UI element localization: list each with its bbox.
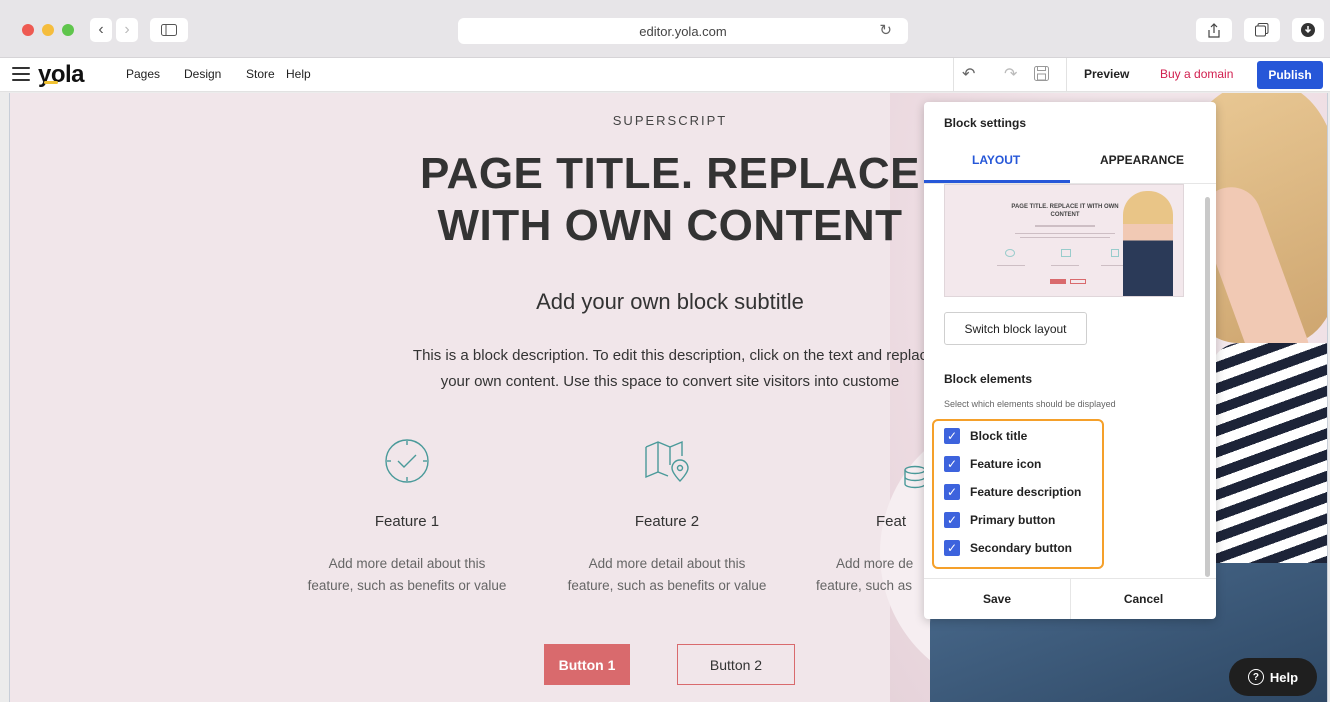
publish-button[interactable]: Publish [1257,61,1323,89]
redo-icon[interactable]: ↷ [1004,64,1017,84]
address-bar[interactable]: editor.yola.com ↻ [458,18,908,44]
checkbox-label: Block title [970,429,1028,443]
description-line-2: your own content. Use this space to conv… [440,373,900,390]
menu-store[interactable]: Store [246,67,275,81]
cancel-button[interactable]: Cancel [1071,579,1216,619]
url-text: editor.yola.com [639,23,727,39]
yola-logo[interactable]: yola [38,61,85,89]
preview-button[interactable]: Preview [1084,67,1129,81]
forward-button[interactable]: › [116,18,138,42]
share-icon [1208,22,1220,38]
feature-1-desc-line-2: feature, such as benefits or value [307,578,507,593]
block-description[interactable]: This is a block description. To edit thi… [320,343,1020,395]
downloads-button[interactable] [1292,18,1324,42]
feature-3-desc-line-1: Add more de [836,556,914,571]
browser-chrome: ‹ › editor.yola.com ↻ [0,0,1330,58]
back-button[interactable]: ‹ [90,18,112,42]
feature-2-desc-line-1: Add more detail about this [588,556,746,571]
layout-thumbnail[interactable]: PAGE TITLE. REPLACE IT WITH OWN CONTENT [944,184,1184,297]
help-button[interactable]: ? Help [1229,658,1317,696]
reload-icon[interactable]: ↻ [879,21,892,39]
checkbox-label: Secondary button [970,541,1073,555]
checkmark-icon[interactable]: ✓ [944,456,960,472]
minimize-window-button[interactable] [42,24,54,36]
checkbox-primary-button[interactable]: ✓ Primary button [944,511,1055,529]
save-button[interactable]: Save [924,579,1070,619]
sidebar-toggle-button[interactable] [150,18,188,42]
checkbox-feature-icon[interactable]: ✓ Feature icon [944,455,1041,473]
share-button[interactable] [1196,18,1232,42]
block-settings-panel: Block settings LAYOUT APPEARANCE PAGE TI… [924,102,1216,619]
tab-appearance[interactable]: APPEARANCE [1100,153,1184,167]
switch-block-layout-button[interactable]: Switch block layout [944,312,1087,345]
active-tab-indicator [924,180,1070,183]
checkbox-label: Feature icon [970,457,1042,471]
checkbox-block-title[interactable]: ✓ Block title [944,427,1027,445]
primary-button[interactable]: Button 1 [544,644,630,685]
close-window-button[interactable] [22,24,34,36]
feature-1-desc-line-1: Add more detail about this [328,556,486,571]
page-title-line-1: PAGE TITLE. REPLACE [419,149,921,198]
checkbox-feature-description[interactable]: ✓ Feature description [944,483,1081,501]
checkmark-icon[interactable]: ✓ [944,540,960,556]
thumbnail-photo [1123,191,1173,296]
feature-2-title[interactable]: Feature 2 [547,513,787,530]
buy-domain-link[interactable]: Buy a domain [1160,67,1233,81]
tab-layout[interactable]: LAYOUT [972,153,1020,167]
question-icon: ? [1247,669,1264,685]
menu-pages[interactable]: Pages [126,67,160,81]
secondary-button[interactable]: Button 2 [677,644,795,685]
feature-1-description[interactable]: Add more detail about this feature, such… [287,553,527,597]
checkbox-label: Feature description [970,485,1082,499]
page-title[interactable]: PAGE TITLE. REPLACE WITH OWN CONTENT [350,148,990,252]
feature-1-title[interactable]: Feature 1 [287,513,527,530]
page-title-line-2: WITH OWN CONTENT [437,201,903,250]
feature-2-desc-line-2: feature, such as benefits or value [567,578,767,593]
chevron-left-icon: ‹ [98,21,104,38]
menu-help[interactable]: Help [286,67,311,81]
sidebar-icon [161,24,177,36]
feature-2-description[interactable]: Add more detail about this feature, such… [547,553,787,597]
checkmark-icon[interactable]: ✓ [944,512,960,528]
map-icon[interactable] [643,437,691,485]
tabs-overview-button[interactable] [1244,18,1280,42]
feature-3-desc-line-2: feature, such as [816,578,913,593]
checkmark-icon[interactable]: ✓ [944,484,960,500]
description-line-1: This is a block description. To edit thi… [412,347,928,364]
tabs-icon [1255,23,1269,37]
panel-scrollbar[interactable] [1205,197,1210,577]
checkmark-icon[interactable]: ✓ [944,428,960,444]
checkbox-label: Primary button [970,513,1056,527]
panel-title: Block settings [944,116,1027,130]
chevron-right-icon: › [124,21,130,38]
clock-icon[interactable] [383,437,431,485]
editor-toolbar: yola Pages Design Store Help ↶ ↷ Preview… [0,58,1330,92]
block-elements-heading: Block elements [944,372,1033,386]
hamburger-menu-icon[interactable] [12,67,30,81]
checkbox-secondary-button[interactable]: ✓ Secondary button [944,539,1072,557]
menu-design[interactable]: Design [184,67,221,81]
block-elements-subtitle: Select which elements should be displaye… [944,399,1116,409]
help-label: Help [1269,669,1299,685]
download-icon [1301,23,1315,37]
zoom-window-button[interactable] [62,24,74,36]
thumbnail-title: PAGE TITLE. REPLACE IT WITH OWN CONTENT [1011,204,1119,218]
undo-icon[interactable]: ↶ [962,64,975,84]
feature-3-description[interactable]: Add more de feature, such as [816,553,936,597]
save-icon[interactable] [1034,66,1049,86]
